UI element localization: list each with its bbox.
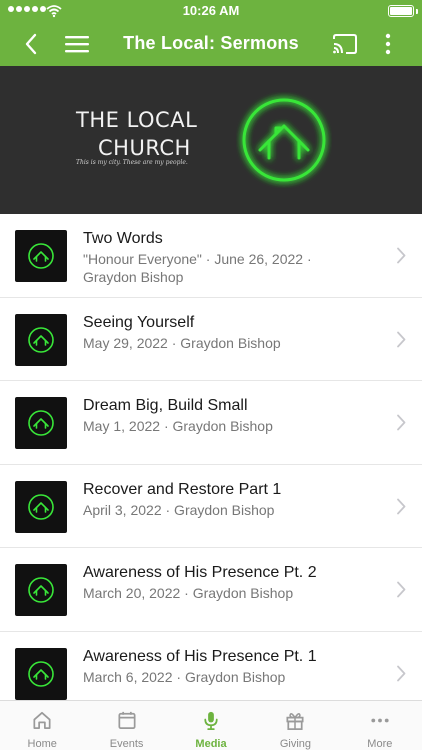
more-horizontal-icon [371,718,389,723]
sermon-title: Seeing Yourself [83,313,195,331]
sermon-meta: March 6, 2022 · Graydon Bishop [83,668,286,685]
banner-title-line1: THE LOCAL [76,108,198,132]
tab-label: Media [195,738,227,750]
more-vertical-icon [385,33,391,55]
calendar-icon [118,711,136,730]
church-logo-icon [28,243,54,269]
sermon-row[interactable]: Awareness of His Presence Pt. 2 March 20,… [0,548,422,632]
church-banner: THE LOCAL CHURCH This is my city. These … [0,66,422,214]
sermon-row[interactable]: Dream Big, Build Small May 1, 2022 · Gray… [0,381,422,465]
sermon-thumbnail [15,313,67,366]
banner-title-line2: CHURCH [98,136,191,160]
tab-giving[interactable]: Giving [253,701,337,750]
battery-icon [388,5,414,17]
microphone-icon [204,711,218,730]
sermon-thumbnail [15,564,67,617]
sermon-meta: April 3, 2022 · Graydon Bishop [83,501,275,518]
tab-label: Home [27,738,57,750]
cast-button[interactable] [330,22,360,66]
tab-events[interactable]: Events [84,701,168,750]
sermon-thumbnail [15,647,67,700]
sermon-meta: May 1, 2022 · Graydon Bishop [83,418,273,435]
tab-more[interactable]: More [338,701,422,750]
cast-icon [333,34,357,54]
sermon-thumbnail [15,480,67,533]
status-bar: 10:26 AM [0,0,422,22]
church-logo-icon [28,493,54,520]
banner-tagline: This is my city. These are my people. [76,159,188,166]
status-time: 10:26 AM [182,3,240,18]
tab-bar: Home Events Media Giving More [0,700,422,750]
sermon-title: Awareness of His Presence Pt. 2 [83,564,317,582]
sermon-title: Two Words [83,230,163,247]
chevron-right-icon [397,665,406,682]
tab-label: More [367,738,393,750]
tab-media[interactable]: Media [169,701,253,750]
sermon-row[interactable]: Awareness of His Presence Pt. 1 March 6, … [0,632,422,700]
church-logo-icon [28,577,54,604]
sermon-title: Awareness of His Presence Pt. 1 [83,647,317,665]
sermon-meta: "Honour Everyone" · June 26, 2022 · [83,251,312,267]
sermon-row[interactable]: Seeing Yourself May 29, 2022 · Graydon Bi… [0,298,422,382]
sermon-title: Dream Big, Build Small [83,397,248,415]
chevron-right-icon [397,581,406,598]
sermon-list[interactable]: Two Words "Honour Everyone" · June 26, 20… [0,214,422,700]
chevron-right-icon [397,331,406,347]
gift-icon [286,713,304,730]
navigation-bar: The Local: Sermons [0,22,422,66]
church-logo-icon [242,98,326,182]
sermon-thumbnail [15,397,67,450]
sermon-title: Recover and Restore Part 1 [83,480,282,498]
sermon-meta: May 29, 2022 · Graydon Bishop [83,334,281,351]
chevron-right-icon [397,247,406,264]
tab-home[interactable]: Home [0,701,84,750]
chevron-right-icon [397,498,406,515]
chevron-right-icon [397,414,406,431]
tab-label: Events [109,738,144,750]
church-logo-icon [28,661,54,687]
sermon-speaker: Graydon Bishop [83,269,184,285]
church-logo-icon [28,326,54,353]
church-logo-icon [28,410,54,436]
tab-label: Giving [279,738,312,750]
sermon-thumbnail [15,230,67,282]
sermon-row[interactable]: Two Words "Honour Everyone" · June 26, 20… [0,214,422,298]
sermon-row[interactable]: Recover and Restore Part 1 April 3, 2022 … [0,465,422,549]
home-icon [33,711,51,730]
sermon-meta: March 20, 2022 · Graydon Bishop [83,585,294,602]
more-options-button[interactable] [376,22,400,66]
